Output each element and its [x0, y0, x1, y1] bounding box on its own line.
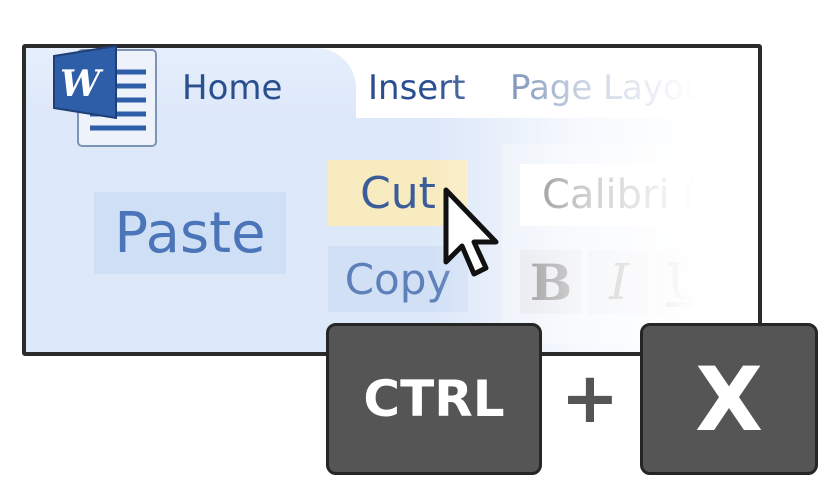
tab-home[interactable]: Home	[182, 68, 282, 108]
bold-button[interactable]: B	[520, 250, 582, 314]
underline-button[interactable]: U	[656, 250, 718, 314]
tab-page-layout[interactable]: Page Layou	[510, 68, 705, 108]
tab-insert[interactable]: Insert	[368, 68, 466, 108]
italic-button[interactable]: I	[588, 250, 650, 314]
format-buttons: B I U	[520, 250, 724, 314]
x-key: X	[640, 323, 818, 475]
svg-text:W: W	[60, 63, 104, 105]
plus-sign: +	[560, 357, 620, 439]
paste-button[interactable]: Paste	[94, 192, 286, 274]
font-name-field[interactable]: Calibri (B	[520, 164, 758, 226]
ctrl-key: CTRL	[326, 323, 542, 475]
word-logo-icon: W	[50, 42, 162, 150]
mouse-pointer-icon	[440, 186, 500, 286]
